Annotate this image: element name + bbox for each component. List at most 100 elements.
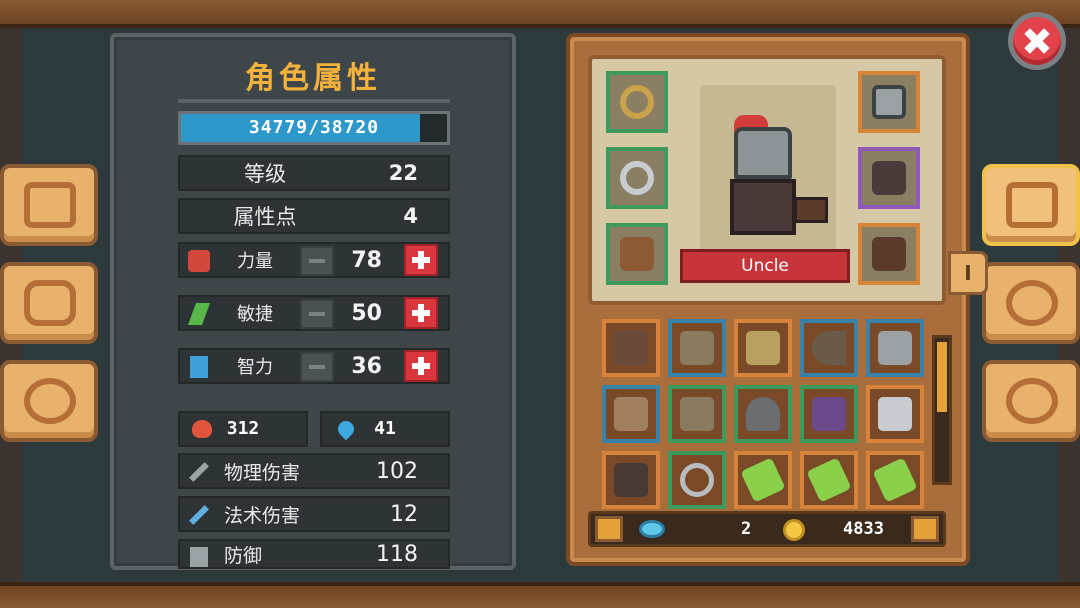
health-value: 312	[226, 418, 260, 439]
magic-damage-row: 法术伤害 12	[178, 496, 450, 532]
inventory-slot[interactable]	[734, 385, 792, 443]
helmet-slot[interactable]	[858, 71, 920, 133]
knife-icon	[680, 397, 714, 431]
mana-value: 41	[374, 418, 396, 439]
wand-icon	[189, 505, 209, 525]
strength-row: 力量 78	[178, 242, 450, 278]
intelligence-plus-button[interactable]	[404, 350, 438, 382]
intelligence-row: 智力 36	[178, 348, 450, 384]
health-stat: 312	[178, 411, 308, 447]
gold-count: 4833	[843, 519, 884, 539]
inventory-slot[interactable]	[668, 319, 726, 377]
title-divider	[178, 99, 450, 103]
feather-icon	[187, 303, 211, 325]
inventory-slot[interactable]	[602, 451, 660, 509]
gem-count: 2	[741, 519, 752, 539]
sword-icon	[189, 462, 209, 482]
ring-icon	[620, 85, 654, 119]
inventory-slot[interactable]	[866, 451, 924, 509]
character-name-banner: Uncle	[680, 249, 850, 283]
bow-icon	[812, 331, 846, 365]
sort-button[interactable]	[595, 516, 623, 542]
axe-icon	[614, 331, 648, 365]
chest-armor-icon	[872, 161, 906, 195]
armor-slot[interactable]	[858, 147, 920, 209]
knight-armor	[730, 179, 796, 235]
inventory-slot[interactable]	[800, 319, 858, 377]
attribute-points-value: 4	[403, 204, 418, 228]
inventory-slot[interactable]	[866, 385, 924, 443]
gem-icon	[639, 520, 665, 538]
panel-title: 角色属性	[245, 61, 381, 96]
settings-button[interactable]	[982, 360, 1080, 442]
equipment-area: Uncle I	[588, 55, 988, 305]
inventory-slot[interactable]	[602, 385, 660, 443]
knight-gauntlet	[794, 197, 828, 223]
agility-row: 敏捷 50	[178, 295, 450, 331]
inventory-grid	[588, 315, 952, 523]
agility-minus-button[interactable]	[300, 299, 334, 329]
level-label: 等级	[244, 162, 286, 186]
inventory-slot[interactable]	[800, 385, 858, 443]
strength-plus-button[interactable]	[404, 244, 438, 276]
level-row: 等级 22	[178, 155, 450, 191]
equipment-panel: Uncle I 2 4833	[566, 33, 988, 566]
dagger-icon	[680, 331, 714, 365]
purple-hat-icon	[812, 397, 846, 431]
agility-plus-button[interactable]	[404, 297, 438, 329]
physical-damage-value: 102	[376, 458, 418, 484]
helmet-icon	[872, 85, 906, 119]
metal-boots-icon	[878, 397, 912, 431]
gear-target-icon	[24, 378, 76, 424]
inventory-slot[interactable]	[734, 319, 792, 377]
equipment-set-tab[interactable]: I	[948, 251, 988, 295]
character-button[interactable]	[982, 164, 1080, 246]
inventory-scrollbar[interactable]	[932, 335, 952, 485]
agility-label: 敏捷	[237, 304, 273, 325]
gloves-slot[interactable]	[858, 223, 920, 285]
ring-slot[interactable]	[606, 71, 668, 133]
spiral-button[interactable]	[982, 262, 1080, 344]
intelligence-minus-button[interactable]	[300, 352, 334, 382]
bracelet-slot[interactable]	[606, 147, 668, 209]
inventory-slot[interactable]	[668, 451, 726, 509]
inventory-slot[interactable]	[668, 385, 726, 443]
boots-icon	[620, 237, 654, 271]
inventory-slot[interactable]	[734, 451, 792, 509]
defense-label: 防御	[224, 544, 263, 567]
boots-slot[interactable]	[606, 223, 668, 285]
inventory-slot[interactable]	[800, 451, 858, 509]
inventory-slot[interactable]	[866, 319, 924, 377]
hexagon-skill-icon	[24, 280, 76, 326]
strength-value: 78	[351, 247, 382, 273]
defense-row: 防御 118	[178, 539, 450, 569]
close-button[interactable]	[1008, 12, 1066, 70]
talent-button[interactable]	[0, 360, 98, 442]
necklace-icon	[680, 463, 714, 497]
grid-view-button[interactable]	[911, 516, 939, 542]
physical-damage-label: 物理伤害	[224, 461, 301, 484]
mana-stat: 41	[320, 411, 450, 447]
attribute-points-label: 属性点	[233, 205, 297, 229]
book-icon	[190, 356, 208, 378]
journal-button[interactable]	[0, 164, 98, 246]
magic-damage-label: 法术伤害	[224, 504, 301, 527]
character-portrait	[700, 85, 836, 273]
knight-helmet	[734, 127, 792, 179]
physical-damage-row: 物理伤害 102	[178, 453, 450, 489]
defense-value: 118	[376, 541, 418, 567]
strength-minus-button[interactable]	[300, 246, 334, 276]
helmet-icon	[1006, 182, 1058, 228]
attribute-points-row: 属性点 4	[178, 198, 450, 234]
magic-damage-value: 12	[390, 501, 418, 527]
short-sword-icon	[614, 397, 648, 431]
shield-icon	[190, 547, 208, 567]
currency-bar: 2 4833	[588, 511, 946, 547]
scroll-icon	[806, 457, 852, 503]
skills-button[interactable]	[0, 262, 98, 344]
inventory-scroll-thumb[interactable]	[937, 342, 947, 412]
sword-icon	[878, 331, 912, 365]
settings-gear-icon	[1006, 378, 1058, 424]
inventory-slot[interactable]	[602, 319, 660, 377]
experience-bar-text: 34779/38720	[248, 117, 380, 138]
